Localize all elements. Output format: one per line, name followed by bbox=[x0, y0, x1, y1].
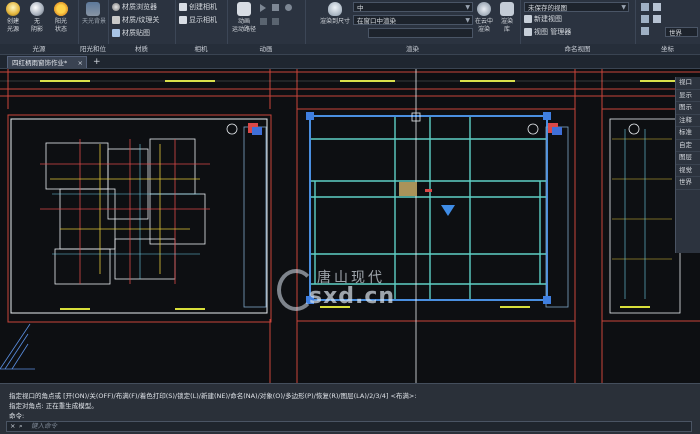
material-texture-button[interactable]: 材质/纹理关 bbox=[112, 15, 159, 26]
sun-location-group: 天光背景 阳光和位置 bbox=[78, 0, 109, 63]
render-group: 渲染到尺寸 中 ▼ 在窗口中渲染 ▼ 在云中 渲染 渲染 库 渲染 bbox=[305, 0, 521, 54]
panel-item[interactable]: 视觉 bbox=[676, 165, 700, 177]
create-light-button[interactable]: 创建 光源 bbox=[2, 2, 24, 34]
viewport-side-panel: 视口 显示 图示 注释 标准 自定 图层 视觉 世界 bbox=[675, 77, 700, 253]
saved-view-select[interactable]: 未保存的视图 ▼ bbox=[524, 2, 629, 12]
search-icon[interactable]: ⌕ bbox=[19, 422, 23, 431]
record-icon[interactable] bbox=[285, 4, 292, 11]
render-to-size-button[interactable]: 渲染到尺寸 bbox=[315, 2, 355, 26]
sky-icon bbox=[86, 2, 100, 16]
view-manager-icon bbox=[524, 28, 532, 36]
camera-show-icon bbox=[179, 16, 187, 24]
shadow-icon bbox=[30, 2, 44, 16]
light-group-title: 光源 bbox=[0, 44, 78, 54]
named-views-group: 未保存的视图 ▼ 新建视图 视图 管理器 命名视图 bbox=[520, 0, 636, 54]
render-in-cloud-button[interactable]: 在云中 渲染 bbox=[473, 2, 495, 34]
new-tab-button[interactable]: + bbox=[93, 57, 101, 67]
play-icon[interactable] bbox=[260, 4, 266, 12]
motion-path-button[interactable]: 动画 运动路径 bbox=[231, 2, 257, 34]
chevron-down-icon: ▼ bbox=[465, 17, 470, 24]
light-group: 创建 光源 无 阴影 阳光 状态 光源 bbox=[0, 0, 79, 54]
new-view-button[interactable]: 新建视图 bbox=[524, 14, 562, 25]
drawing-canvas[interactable]: 唐山现代 sxd.cn 视口 显示 图示 注释 标准 自定 图层 视觉 世界 bbox=[0, 69, 700, 383]
create-camera-button[interactable]: 创建相机 bbox=[179, 2, 217, 13]
material-sphere-icon bbox=[112, 3, 120, 11]
watermark: 唐山现代 sxd.cn bbox=[277, 267, 457, 311]
command-history-line: 指定视口的角点或 [开(ON)/关(OFF)/布满(F)/着色打印(S)/锁定(… bbox=[9, 392, 417, 400]
render-library-button[interactable]: 渲染 库 bbox=[496, 2, 518, 34]
coordinates-title: 坐标 bbox=[635, 44, 700, 54]
panel-item[interactable]: 视口 bbox=[676, 77, 700, 90]
rewind-icon[interactable] bbox=[260, 18, 267, 25]
show-camera-button[interactable]: 显示相机 bbox=[179, 15, 217, 26]
map-icon bbox=[112, 29, 120, 37]
cloud-teapot-icon bbox=[477, 2, 491, 16]
panel-item[interactable]: 世界 bbox=[676, 177, 700, 190]
new-view-icon bbox=[524, 15, 532, 23]
panel-item[interactable]: 显示 bbox=[676, 90, 700, 102]
forward-icon[interactable] bbox=[272, 18, 279, 25]
sun-icon bbox=[54, 2, 68, 16]
camera-group: 创建相机 显示相机 相机 bbox=[175, 0, 228, 54]
materials-title: 材质 bbox=[108, 44, 175, 54]
stop-icon[interactable] bbox=[272, 4, 279, 11]
animation-title: 动画 bbox=[227, 44, 305, 54]
ucs-x-icon[interactable] bbox=[653, 3, 661, 11]
render-title: 渲染 bbox=[305, 44, 520, 54]
document-tabs: 四红柄雨窗饰作业* × + bbox=[0, 55, 700, 69]
chevron-down-icon: ▼ bbox=[621, 4, 626, 11]
chevron-down-icon: ▼ bbox=[465, 4, 470, 11]
panel-item[interactable]: 注释 bbox=[676, 115, 700, 127]
library-icon bbox=[500, 2, 514, 16]
panel-item[interactable]: 标准 bbox=[676, 127, 700, 140]
material-browser-button[interactable]: 材质浏览器 bbox=[112, 2, 157, 13]
ucs-origin-icon[interactable] bbox=[641, 15, 649, 23]
material-map-button[interactable]: 材质贴图 bbox=[112, 28, 150, 39]
command-placeholder: 键入命令 bbox=[31, 422, 57, 430]
sky-background-button[interactable]: 天光背景 bbox=[82, 2, 106, 26]
ucs-icon[interactable] bbox=[641, 3, 649, 11]
panel-item[interactable]: 图示 bbox=[676, 102, 700, 115]
panel-item[interactable]: 图层 bbox=[676, 152, 700, 165]
middle-sheet bbox=[296, 69, 576, 383]
sun-location-title: 阳光和位置 bbox=[78, 44, 108, 63]
motion-path-icon bbox=[237, 2, 251, 16]
command-line-panel: 指定视口的角点或 [开(ON)/关(OFF)/布满(F)/着色打印(S)/锁定(… bbox=[0, 383, 700, 434]
named-views-title: 命名视图 bbox=[520, 44, 635, 54]
camera-icon bbox=[179, 3, 187, 11]
command-history-line: 指定对角点: 正在重生成模型。 bbox=[9, 402, 98, 410]
top-sheet-strip bbox=[0, 69, 700, 109]
watermark-en: sxd.cn bbox=[309, 284, 396, 309]
ucs-view-icon[interactable] bbox=[641, 27, 649, 35]
drawing-tab[interactable]: 四红柄雨窗饰作业* × bbox=[7, 56, 87, 68]
ribbon: 创建 光源 无 阴影 阳光 状态 光源 天光背景 阳光和位置 材质浏览器 材质/… bbox=[0, 0, 700, 63]
sun-status-button[interactable]: 阳光 状态 bbox=[50, 2, 72, 34]
command-input[interactable]: × ⌕ 键入命令 bbox=[6, 421, 692, 432]
ucs-y-icon[interactable] bbox=[653, 15, 661, 23]
command-prompt: 命令: bbox=[9, 412, 25, 420]
animation-group: 动画 运动路径 动画 bbox=[227, 0, 306, 54]
texture-icon bbox=[112, 16, 120, 24]
ucs-world-select[interactable]: 世界 bbox=[665, 27, 698, 37]
render-mode-select[interactable]: 在窗口中渲染 ▼ bbox=[353, 15, 473, 25]
render-quality-select[interactable]: 中 ▼ bbox=[353, 2, 473, 12]
coordinates-group: 世界 坐标 bbox=[635, 0, 700, 54]
render-output-field[interactable] bbox=[368, 28, 473, 38]
panel-item[interactable]: 自定 bbox=[676, 140, 700, 152]
left-sheet bbox=[7, 114, 272, 323]
view-manager-button[interactable]: 视图 管理器 bbox=[524, 27, 571, 38]
no-shadow-button[interactable]: 无 阴影 bbox=[26, 2, 48, 34]
construction-lines bbox=[0, 323, 35, 370]
drawing-svg bbox=[0, 69, 700, 383]
materials-group: 材质浏览器 材质/纹理关 材质贴图 材质 bbox=[108, 0, 176, 54]
teapot-icon bbox=[328, 2, 342, 16]
close-icon[interactable]: × bbox=[78, 57, 83, 69]
bulb-icon bbox=[6, 2, 20, 16]
camera-title: 相机 bbox=[175, 44, 227, 54]
close-icon[interactable]: × bbox=[10, 422, 15, 431]
